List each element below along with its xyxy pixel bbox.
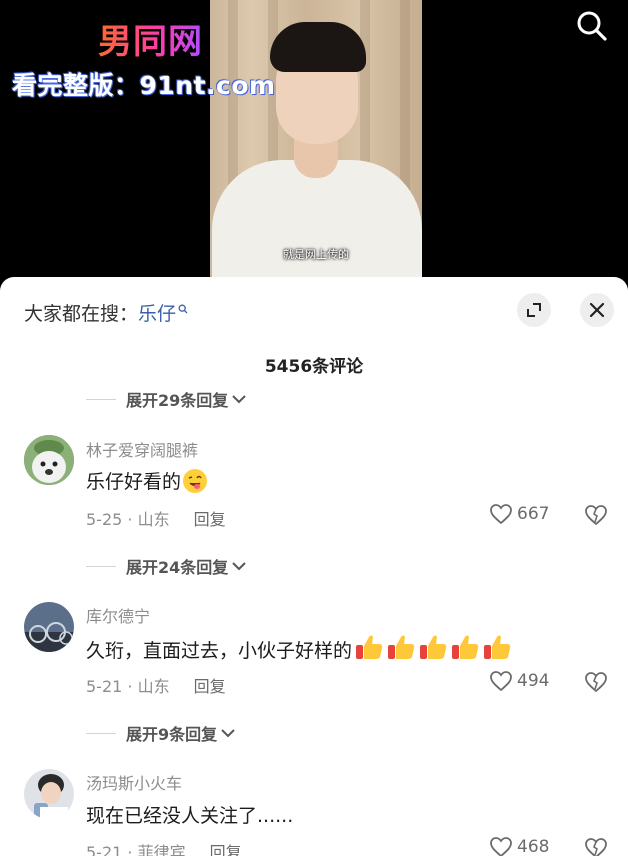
thumbs-up-emoji bbox=[388, 635, 415, 659]
person-hair bbox=[270, 22, 366, 72]
comment-body: 久珩，直面过去，小伙子好样的 bbox=[86, 640, 353, 662]
comment-sheet: 大家都在搜： 乐仔 5456条评论 展开29条回复 林子爱穿阔腿裤 乐仔好看的 … bbox=[0, 277, 628, 856]
comment-username[interactable]: 汤玛斯小火车 bbox=[86, 770, 182, 794]
comment-meta: 5-21 · 菲律宾 回复 bbox=[86, 839, 242, 856]
comment-date-location: 5-25 · 山东 bbox=[86, 510, 170, 529]
like-count: 494 bbox=[517, 671, 550, 691]
comment-meta: 5-25 · 山东 回复 bbox=[86, 506, 226, 530]
suggested-search[interactable]: 大家都在搜： 乐仔 bbox=[24, 299, 188, 326]
divider-line bbox=[86, 732, 116, 734]
video-frame: 就是网上传的 bbox=[210, 0, 422, 278]
expand-replies-label: 展开24条回复 bbox=[126, 558, 229, 577]
person-avatar-image bbox=[24, 769, 74, 819]
dog-avatar-image bbox=[24, 435, 74, 485]
like-count: 468 bbox=[517, 837, 550, 856]
dislike-button[interactable] bbox=[584, 671, 608, 697]
comment-text: 久珩，直面过去，小伙子好样的 bbox=[86, 633, 512, 666]
app-screen: 就是网上传的 男同网 看完整版：91nt.com 大家都在搜： 乐仔 5456条… bbox=[0, 0, 628, 856]
broken-heart-icon bbox=[585, 672, 607, 693]
comment-date-location: 5-21 · 菲律宾 bbox=[86, 843, 186, 856]
tongue-face-emoji bbox=[183, 468, 208, 493]
comment-date-location: 5-21 · 山东 bbox=[86, 677, 170, 696]
thumbs-up-emoji bbox=[484, 635, 511, 659]
search-icon bbox=[577, 11, 607, 41]
close-button[interactable] bbox=[580, 293, 614, 327]
reply-button[interactable]: 回复 bbox=[194, 506, 226, 530]
comment-body: 乐仔好看的 bbox=[86, 471, 182, 493]
like-button[interactable]: 667 bbox=[489, 503, 549, 525]
close-icon bbox=[589, 302, 605, 318]
like-button[interactable]: 468 bbox=[489, 836, 549, 856]
search-keyword[interactable]: 乐仔 bbox=[138, 299, 176, 326]
avatar[interactable] bbox=[24, 769, 74, 819]
comment-text: 乐仔好看的 bbox=[86, 467, 208, 494]
comment-body: 现在已经没人关注了...... bbox=[86, 805, 294, 827]
search-keyword-icon bbox=[178, 303, 188, 318]
thumbs-up-emoji bbox=[356, 635, 383, 659]
divider-line bbox=[86, 398, 116, 400]
expand-replies-button[interactable]: 展开9条回复 bbox=[86, 721, 235, 745]
broken-heart-icon bbox=[585, 505, 607, 526]
reply-button[interactable]: 回复 bbox=[210, 839, 242, 856]
expand-replies-label: 展开9条回复 bbox=[126, 725, 218, 744]
dislike-button[interactable] bbox=[584, 504, 608, 530]
thumbs-up-emoji bbox=[452, 635, 479, 659]
heart-icon bbox=[490, 837, 512, 856]
dislike-button[interactable] bbox=[584, 837, 608, 856]
heart-icon bbox=[490, 504, 512, 525]
bicycles-avatar-image bbox=[24, 602, 74, 652]
comment-count: 5456条评论 bbox=[264, 357, 364, 377]
chevron-down-icon bbox=[232, 562, 246, 571]
expand-replies-button[interactable]: 展开29条回复 bbox=[86, 387, 246, 411]
chevron-down-icon bbox=[232, 395, 246, 404]
search-button[interactable] bbox=[574, 8, 610, 44]
heart-icon bbox=[490, 671, 512, 692]
comment-username[interactable]: 林子爱穿阔腿裤 bbox=[86, 437, 198, 461]
like-count: 667 bbox=[517, 504, 550, 524]
divider-line bbox=[86, 565, 116, 567]
watermark-logo: 男同网 bbox=[98, 14, 203, 63]
chevron-down-icon bbox=[221, 729, 235, 738]
comment-meta: 5-21 · 山东 回复 bbox=[86, 673, 226, 697]
video-caption: 就是网上传的 bbox=[283, 248, 349, 261]
comment-text: 现在已经没人关注了...... bbox=[86, 801, 293, 828]
expand-icon bbox=[527, 303, 541, 317]
avatar[interactable] bbox=[24, 435, 74, 485]
reply-button[interactable]: 回复 bbox=[194, 673, 226, 697]
thumbs-up-emoji bbox=[420, 635, 447, 659]
video-player[interactable]: 就是网上传的 男同网 看完整版：91nt.com bbox=[0, 0, 628, 280]
expand-button[interactable] bbox=[517, 293, 551, 327]
comment-username[interactable]: 库尔德宁 bbox=[86, 603, 150, 627]
avatar[interactable] bbox=[24, 602, 74, 652]
search-prefix: 大家都在搜： bbox=[24, 303, 139, 325]
watermark-url: 看完整版：91nt.com bbox=[12, 71, 276, 100]
thumbs-up-emoji-group bbox=[352, 633, 512, 666]
like-button[interactable]: 494 bbox=[489, 670, 549, 692]
expand-replies-label: 展开29条回复 bbox=[126, 391, 229, 410]
expand-replies-button[interactable]: 展开24条回复 bbox=[86, 554, 246, 578]
broken-heart-icon bbox=[585, 838, 607, 856]
